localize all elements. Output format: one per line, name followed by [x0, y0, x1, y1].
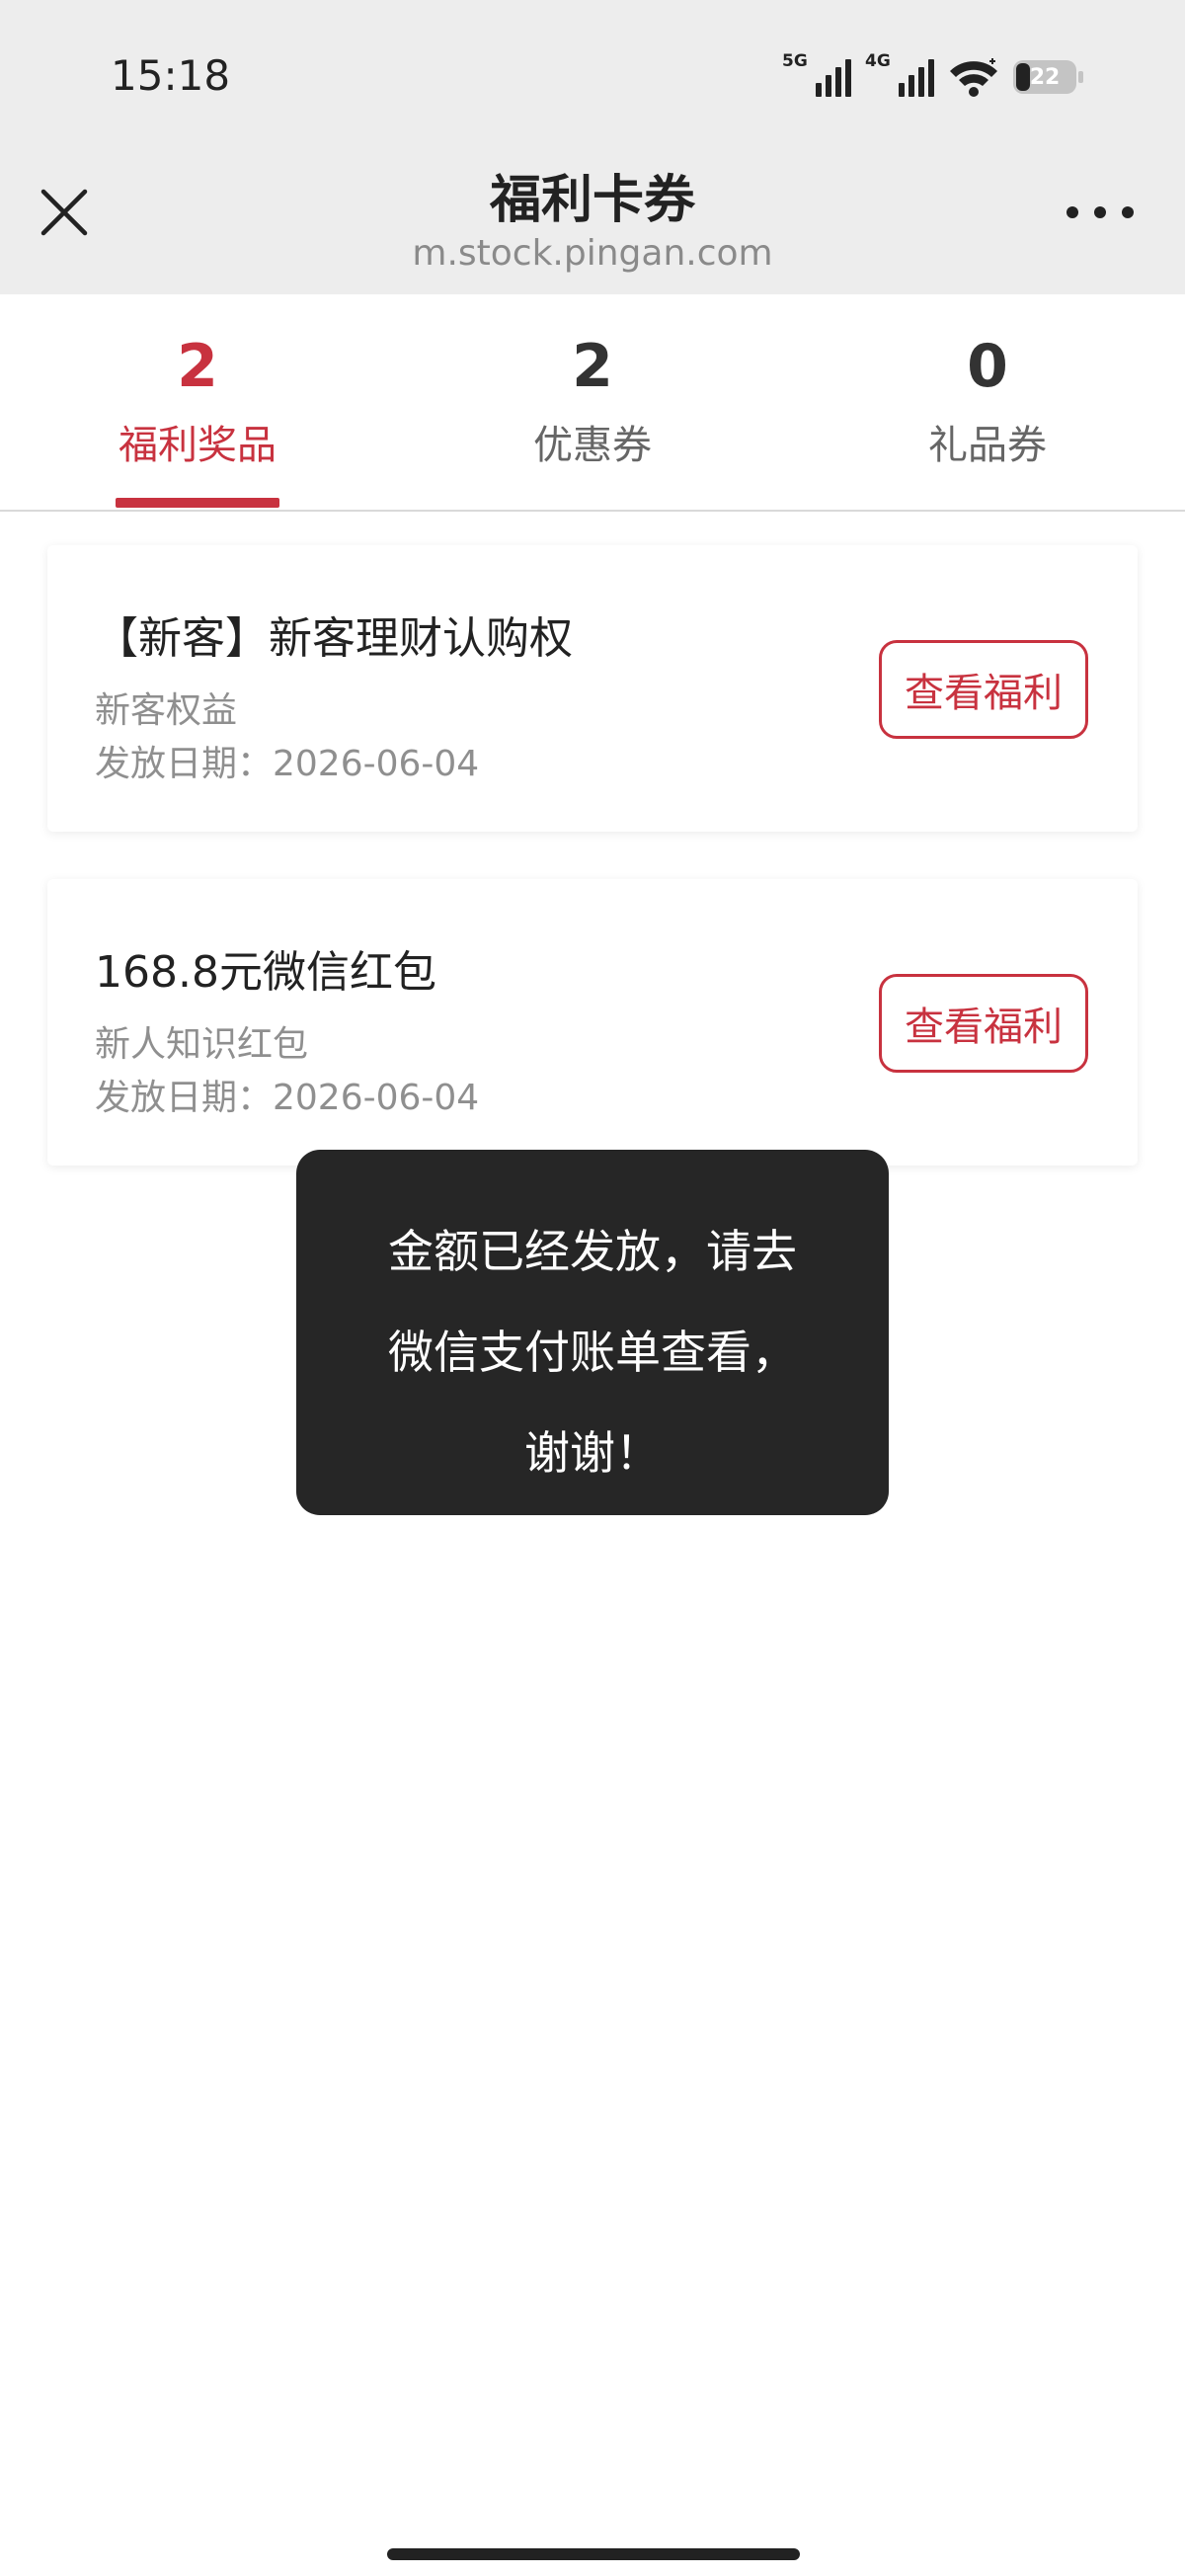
status-icons: 5G 4G 22: [782, 51, 1083, 99]
toast-message: 金额已经发放，请去 微信支付账单查看， 谢谢！: [296, 1150, 889, 1515]
more-icon-dot: [1066, 206, 1078, 218]
view-welfare-button[interactable]: 查看福利: [879, 974, 1088, 1073]
home-indicator[interactable]: [387, 2548, 800, 2560]
wifi-icon: [950, 58, 997, 97]
tab-label: 优惠券: [533, 423, 652, 468]
tab-welfare-prizes[interactable]: 2 福利奖品: [0, 294, 395, 510]
tab-bar: 2 福利奖品 2 优惠券 0 礼品券: [0, 294, 1185, 512]
card-issue-date: 发放日期：2026-06-04: [95, 1078, 480, 1118]
card-subtitle: 新客权益: [95, 690, 238, 731]
tab-count: 2: [572, 332, 613, 401]
page-title: 福利卡券: [489, 171, 695, 230]
status-time: 15:18: [111, 51, 231, 100]
signal-5g-label: 5G: [782, 51, 808, 71]
more-icon-dot: [1122, 206, 1134, 218]
top-area: 15:18 5G 4G 22 福利卡券 m.stock.pingan.com: [0, 0, 1185, 294]
view-welfare-button[interactable]: 查看福利: [879, 640, 1088, 739]
welfare-card: 【新客】新客理财认购权 新客权益 发放日期：2026-06-04 查看福利: [47, 545, 1138, 832]
signal-4g-icon: 4G: [865, 51, 934, 97]
card-subtitle: 新人知识红包: [95, 1024, 309, 1065]
battery-level: 22: [1029, 64, 1061, 90]
tab-count: 2: [177, 332, 218, 401]
page-url: m.stock.pingan.com: [412, 233, 773, 274]
signal-5g-icon: 5G: [782, 51, 851, 97]
toast-line: 金额已经发放，请去: [388, 1225, 797, 1278]
signal-4g-label: 4G: [865, 51, 891, 71]
toast-line: 谢谢！: [524, 1426, 661, 1480]
tab-gift-vouchers[interactable]: 0 礼品券: [790, 294, 1185, 510]
card-title: 【新客】新客理财认购权: [95, 613, 573, 664]
tab-coupons[interactable]: 2 优惠券: [395, 294, 790, 510]
tab-count: 0: [967, 332, 1008, 401]
tab-label: 礼品券: [928, 423, 1047, 468]
more-button[interactable]: [1066, 198, 1134, 227]
card-issue-date: 发放日期：2026-06-04: [95, 744, 480, 784]
battery-icon: 22: [1013, 60, 1083, 94]
more-icon-dot: [1094, 206, 1106, 218]
tab-label: 福利奖品: [118, 423, 276, 468]
tab-active-indicator: [116, 498, 279, 508]
welfare-card: 168.8元微信红包 新人知识红包 发放日期：2026-06-04 查看福利: [47, 879, 1138, 1166]
toast-line: 微信支付账单查看，: [388, 1326, 797, 1379]
card-title: 168.8元微信红包: [95, 947, 436, 998]
